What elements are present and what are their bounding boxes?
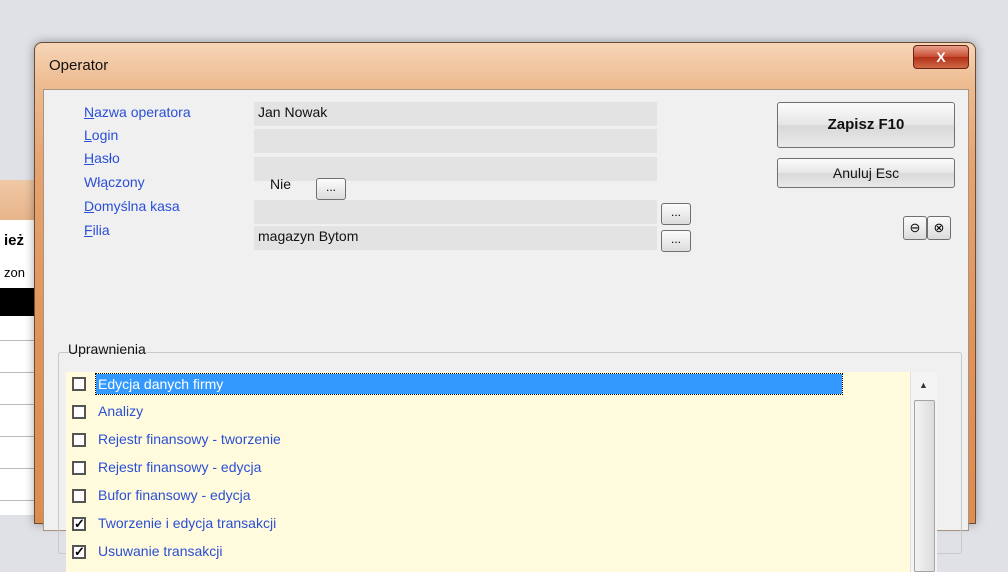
close-icon: X (936, 49, 946, 65)
login-label: Login (84, 127, 119, 143)
checkbox[interactable] (72, 377, 86, 391)
permission-label: Usuwanie transakcji (98, 543, 223, 559)
scrollbar[interactable]: ▲ (910, 372, 937, 572)
enabled-label: Włączony (84, 174, 145, 190)
branch-field[interactable]: magazyn Bytom (254, 226, 657, 250)
operator-name-field[interactable]: Jan Nowak (254, 102, 657, 126)
checkbox-checked[interactable]: ✓ (72, 517, 86, 531)
save-button[interactable]: Zapisz F10 (777, 102, 955, 148)
permission-item[interactable]: ✓ Usuwanie transakcji (72, 542, 892, 564)
permission-item[interactable]: Rejestr finansowy - edycja (72, 458, 892, 480)
background-label: ież (4, 232, 25, 249)
permission-item[interactable]: Analizy (72, 402, 892, 424)
scroll-up-icon[interactable]: ▲ (919, 380, 928, 390)
close-button[interactable]: X (913, 45, 969, 69)
scroll-thumb[interactable] (914, 400, 935, 572)
default-cash-field[interactable] (254, 200, 657, 224)
branch-label: Filia (84, 222, 110, 238)
branch-browse-button[interactable]: ... (661, 230, 691, 252)
checkbox[interactable] (72, 489, 86, 503)
default-cash-browse-button[interactable]: ... (661, 203, 691, 225)
permissions-title: Uprawnienia (68, 341, 146, 357)
enabled-toggle-button[interactable]: ... (316, 178, 346, 200)
cancel-circle-icon[interactable]: ⊗ (927, 216, 951, 240)
dialog-body: Nazwa operatora Login Hasło Włączony Dom… (43, 89, 969, 572)
permission-label: Analizy (98, 403, 144, 419)
checkbox-checked[interactable]: ✓ (72, 545, 86, 559)
background-label: zon (4, 265, 25, 280)
permission-label: Rejestr finansowy - tworzenie (98, 431, 281, 447)
default-cash-label: Domyślna kasa (84, 198, 180, 214)
permission-label: Bufor finansowy - edycja (98, 487, 251, 503)
enabled-value: Nie (270, 176, 292, 192)
permission-item[interactable]: ✓ Tworzenie i edycja transakcji (72, 514, 892, 536)
password-label: Hasło (84, 150, 120, 166)
operator-name-label: Nazwa operatora (84, 104, 191, 120)
permission-label: Edycja danych firmy (95, 373, 843, 395)
permission-item[interactable]: Edycja danych firmy (72, 373, 892, 396)
permission-item[interactable]: Rejestr finansowy - tworzenie (72, 430, 892, 452)
permission-label: Rejestr finansowy - edycja (98, 459, 262, 475)
cancel-button[interactable]: Anuluj Esc (777, 158, 955, 188)
checkbox[interactable] (72, 461, 86, 475)
checkbox[interactable] (72, 433, 86, 447)
password-field[interactable] (254, 157, 657, 181)
dialog-title: Operator (49, 57, 109, 74)
permission-item[interactable]: Bufor finansowy - edycja (72, 486, 892, 508)
minus-circle-icon[interactable]: ⊖ (903, 216, 927, 240)
permission-label: Tworzenie i edycja transakcji (98, 515, 277, 531)
permissions-list[interactable]: Edycja danych firmy Analizy Rejestr finans… (66, 372, 910, 572)
operator-dialog: Operator X Nazwa operatora Login Hasło W… (34, 42, 976, 572)
checkbox[interactable] (72, 405, 86, 419)
login-field[interactable] (254, 129, 657, 153)
